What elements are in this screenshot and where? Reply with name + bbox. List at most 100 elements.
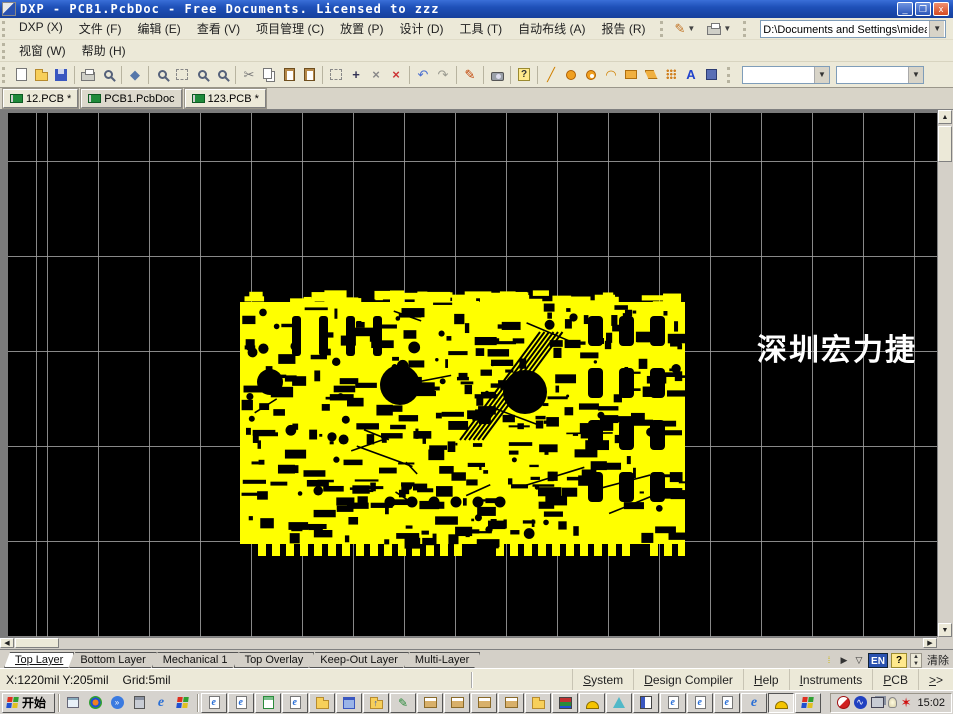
quick-launch-show-desktop[interactable]	[62, 693, 84, 713]
chevron-down-icon[interactable]: ▼	[814, 67, 829, 83]
menu-item-row1-5[interactable]: 放置 (P)	[332, 18, 391, 39]
move-selection-button[interactable]: +	[346, 65, 366, 85]
tray-audio-wave[interactable]: ∿	[854, 696, 867, 709]
toolbar-combo-1[interactable]: ▼	[742, 66, 830, 84]
taskbar-button-windows-flag[interactable]	[795, 693, 821, 713]
menu-item-row1-6[interactable]: 设计 (D)	[392, 18, 452, 39]
scroll-right-icon[interactable]: ▶	[923, 638, 937, 648]
taskbar-button-internet-explorer[interactable]: e	[741, 693, 767, 713]
undo-button[interactable]: ↶	[413, 65, 433, 85]
clear-filter-button[interactable]: ×	[386, 65, 406, 85]
play-icon[interactable]: ▶	[838, 654, 850, 666]
quick-launch-calculator[interactable]	[128, 693, 150, 713]
toolbar-grip[interactable]	[660, 21, 665, 37]
taskbar-button-ie-document[interactable]	[687, 693, 713, 713]
grid-dots-icon[interactable]: ⁞	[823, 654, 835, 666]
new-document-button[interactable]	[11, 65, 31, 85]
place-polygon-button[interactable]	[641, 65, 661, 85]
horizontal-scroll-thumb[interactable]	[15, 638, 59, 648]
menu-item-row2-1[interactable]: 帮助 (H)	[74, 40, 134, 61]
tray-volume-mute[interactable]	[837, 696, 850, 709]
menu-item-row1-8[interactable]: 自动布线 (A)	[510, 18, 593, 39]
snapshot-button[interactable]	[487, 65, 507, 85]
menu-item-row2-0[interactable]: 视窗 (W)	[11, 40, 74, 61]
taskbar-button-dxp-pcb[interactable]	[768, 693, 794, 713]
taskbar-button-prism[interactable]	[606, 693, 632, 713]
taskbar-button-image-editor[interactable]: ✎	[390, 693, 416, 713]
layer-tab-mechanical-1[interactable]: Mechanical 1	[152, 652, 239, 668]
select-area-button[interactable]	[326, 65, 346, 85]
taskbar-button-books[interactable]	[552, 693, 578, 713]
vertical-scrollbar[interactable]: ▲ ▼	[937, 110, 953, 637]
tray-power-bulb[interactable]	[888, 697, 897, 708]
zoom-selection-button[interactable]	[212, 65, 232, 85]
print-button[interactable]	[78, 65, 98, 85]
toolbar-grip[interactable]	[727, 67, 732, 83]
taskbar-button-ie-document[interactable]	[714, 693, 740, 713]
layer-tab-multi-layer[interactable]: Multi-Layer	[404, 652, 480, 668]
taskbar-button-ie-document[interactable]	[282, 693, 308, 713]
chevron-down-icon[interactable]: ▼	[929, 21, 944, 37]
taskbar-button-ie-document[interactable]	[660, 693, 686, 713]
title-bar[interactable]: DXP - PCB1.PcbDoc - Free Documents. Lice…	[0, 0, 953, 18]
menu-item-row1-1[interactable]: 文件 (F)	[71, 18, 130, 39]
taskbar-button-folder-up[interactable]	[363, 693, 389, 713]
place-arc-button[interactable]: ◠	[601, 65, 621, 85]
copy-button[interactable]	[259, 65, 279, 85]
document-tab-0[interactable]: 12.PCB *	[3, 89, 78, 108]
clear-button[interactable]: 清除	[927, 652, 953, 668]
taskbar-button-folder[interactable]	[525, 693, 551, 713]
layer-tab-top-layer[interactable]: Top Layer	[4, 652, 74, 668]
place-component-button[interactable]	[701, 65, 721, 85]
panel-button-design-compiler[interactable]: Design Compiler	[633, 669, 743, 690]
taskbar-button-folder[interactable]	[309, 693, 335, 713]
tray-network[interactable]	[871, 697, 884, 708]
quick-launch-messenger[interactable]: »	[106, 693, 128, 713]
file-path-combobox[interactable]: ▼	[760, 20, 946, 38]
pcb-editor-canvas[interactable]: 深圳宏力捷 ▲ ▼ ◀ ▶	[0, 110, 953, 649]
report-tool-button[interactable]: ▼	[703, 20, 735, 37]
panel-button-instruments[interactable]: Instruments	[789, 669, 873, 690]
taskbar-button-spreadsheet[interactable]	[255, 693, 281, 713]
minimize-button[interactable]: _	[897, 2, 913, 16]
layer-tab-top-overlay[interactable]: Top Overlay	[234, 652, 315, 668]
deselect-all-button[interactable]: ×	[366, 65, 386, 85]
place-fill-button[interactable]	[621, 65, 641, 85]
panel-button-pcb[interactable]: PCB	[872, 669, 918, 690]
place-via-button[interactable]	[581, 65, 601, 85]
toolbar-grip[interactable]	[743, 21, 748, 37]
help-button[interactable]: ?	[514, 65, 534, 85]
document-tab-1[interactable]: PCB1.PcbDoc	[81, 89, 181, 108]
document-tab-2[interactable]: 123.PCB *	[185, 89, 266, 108]
scroll-left-icon[interactable]: ◀	[0, 638, 14, 648]
panel-button-system[interactable]: System	[572, 669, 633, 690]
save-document-button[interactable]	[51, 65, 71, 85]
taskbar-button-package[interactable]	[444, 693, 470, 713]
toolbar-grip[interactable]	[2, 67, 7, 83]
split-updown-button[interactable]: ▲▼	[910, 653, 922, 668]
taskbar-button-notebook[interactable]	[633, 693, 659, 713]
zoom-window-button[interactable]	[152, 65, 172, 85]
language-badge[interactable]: EN	[868, 653, 888, 668]
taskbar-button-package[interactable]	[471, 693, 497, 713]
board-workspace[interactable]: 深圳宏力捷	[8, 113, 937, 637]
close-button[interactable]: x	[933, 2, 949, 16]
taskbar-button-dxp-helmet[interactable]	[579, 693, 605, 713]
paste-array-button[interactable]	[299, 65, 319, 85]
taskbar-button-text-editor[interactable]	[336, 693, 362, 713]
tray-alert-bulb[interactable]: ✶	[901, 696, 912, 709]
measure-tool-button[interactable]: ✎ ▼	[671, 20, 700, 37]
help-button[interactable]: ?	[891, 653, 907, 668]
menu-item-row1-0[interactable]: DXP (X)	[11, 18, 71, 39]
toolbar-grip[interactable]	[2, 21, 7, 37]
chevron-down-icon[interactable]: ▼	[908, 67, 923, 83]
filter-funnel-icon[interactable]: ▽	[853, 654, 865, 666]
layer-tab-bottom-layer[interactable]: Bottom Layer	[69, 652, 156, 668]
panel-button-help[interactable]: Help	[743, 669, 789, 690]
toolbar-grip[interactable]	[2, 43, 7, 59]
place-array-button[interactable]	[661, 65, 681, 85]
toolbar-combo-2[interactable]: ▼	[836, 66, 924, 84]
panel-button--[interactable]: >>	[918, 669, 953, 690]
place-line-button[interactable]: ╱	[541, 65, 561, 85]
wiring-tool-button[interactable]: ✎	[460, 65, 480, 85]
